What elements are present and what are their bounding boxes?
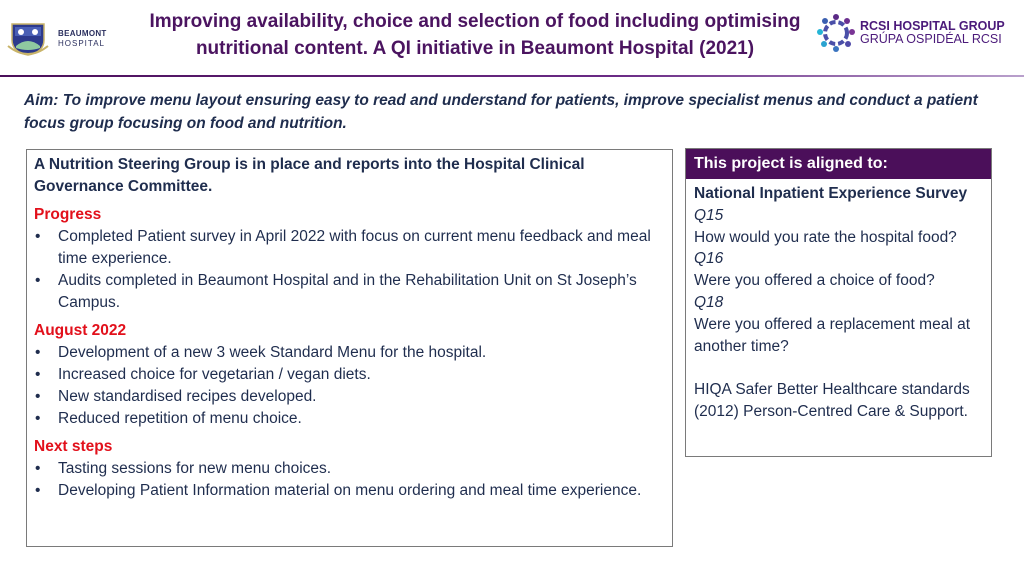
list-item: New standardised recipes developed.	[34, 386, 665, 408]
aim-label: Aim	[24, 92, 54, 109]
beaumont-logo-line1: BEAUMONT	[58, 29, 107, 38]
question-number: Q15	[694, 206, 724, 224]
section-heading-august-2022: August 2022	[34, 322, 127, 339]
page-title: Improving availability, choice and selec…	[140, 8, 810, 62]
title-line-2: nutritional content. A QI initiative in …	[195, 38, 755, 59]
list-item: Audits completed in Beaumont Hospital an…	[34, 270, 665, 314]
progress-list: Completed Patient survey in April 2022 w…	[34, 226, 665, 314]
list-item: Tasting sessions for new menu choices.	[34, 458, 665, 480]
rcsi-logo-line2: GRÚPA OSPIDÉAL RCSI	[860, 32, 1002, 46]
question-text: Were you offered a replacement meal at a…	[694, 315, 970, 355]
question-number: Q18	[694, 293, 724, 311]
aim-text: : To improve menu layout ensuring easy t…	[24, 92, 978, 132]
beaumont-hospital-logo: BEAUMONT HOSPITAL	[6, 22, 107, 56]
alignment-panel-header: This project is aligned to:	[686, 149, 991, 179]
steering-group-intro: A Nutrition Steering Group is in place a…	[34, 156, 585, 195]
progress-panel: A Nutrition Steering Group is in place a…	[26, 149, 673, 547]
question-number: Q16	[694, 250, 724, 268]
header-divider	[0, 75, 1024, 77]
next-steps-list: Tasting sessions for new menu choices. D…	[34, 458, 665, 502]
aim-statement: Aim: To improve menu layout ensuring eas…	[24, 89, 1004, 135]
rcsi-people-circle-icon	[817, 14, 855, 52]
list-item: Increased choice for vegetarian / vegan …	[34, 364, 665, 386]
question-text: How would you rate the hospital food?	[694, 228, 957, 246]
august-2022-list: Development of a new 3 week Standard Men…	[34, 342, 665, 430]
list-item: Reduced repetition of menu choice.	[34, 408, 665, 430]
list-item: Developing Patient Information material …	[34, 480, 665, 502]
list-item: Completed Patient survey in April 2022 w…	[34, 226, 665, 270]
section-heading-progress: Progress	[34, 206, 102, 223]
list-item: Development of a new 3 week Standard Men…	[34, 342, 665, 364]
beaumont-crest-icon	[7, 23, 49, 56]
rcsi-hospital-group-logo: RCSI HOSPITAL GROUP GRÚPA OSPIDÉAL RCSI	[816, 13, 1005, 53]
hiqa-standards: HIQA Safer Better Healthcare standards (…	[694, 381, 970, 421]
beaumont-logo-line2: HOSPITAL	[58, 39, 105, 48]
question-text: Were you offered a choice of food?	[694, 272, 935, 290]
survey-title: National Inpatient Experience Survey	[694, 185, 968, 202]
alignment-panel: This project is aligned to: National Inp…	[685, 148, 992, 457]
section-heading-next-steps: Next steps	[34, 438, 113, 455]
title-line-1: Improving availability, choice and selec…	[149, 11, 801, 32]
